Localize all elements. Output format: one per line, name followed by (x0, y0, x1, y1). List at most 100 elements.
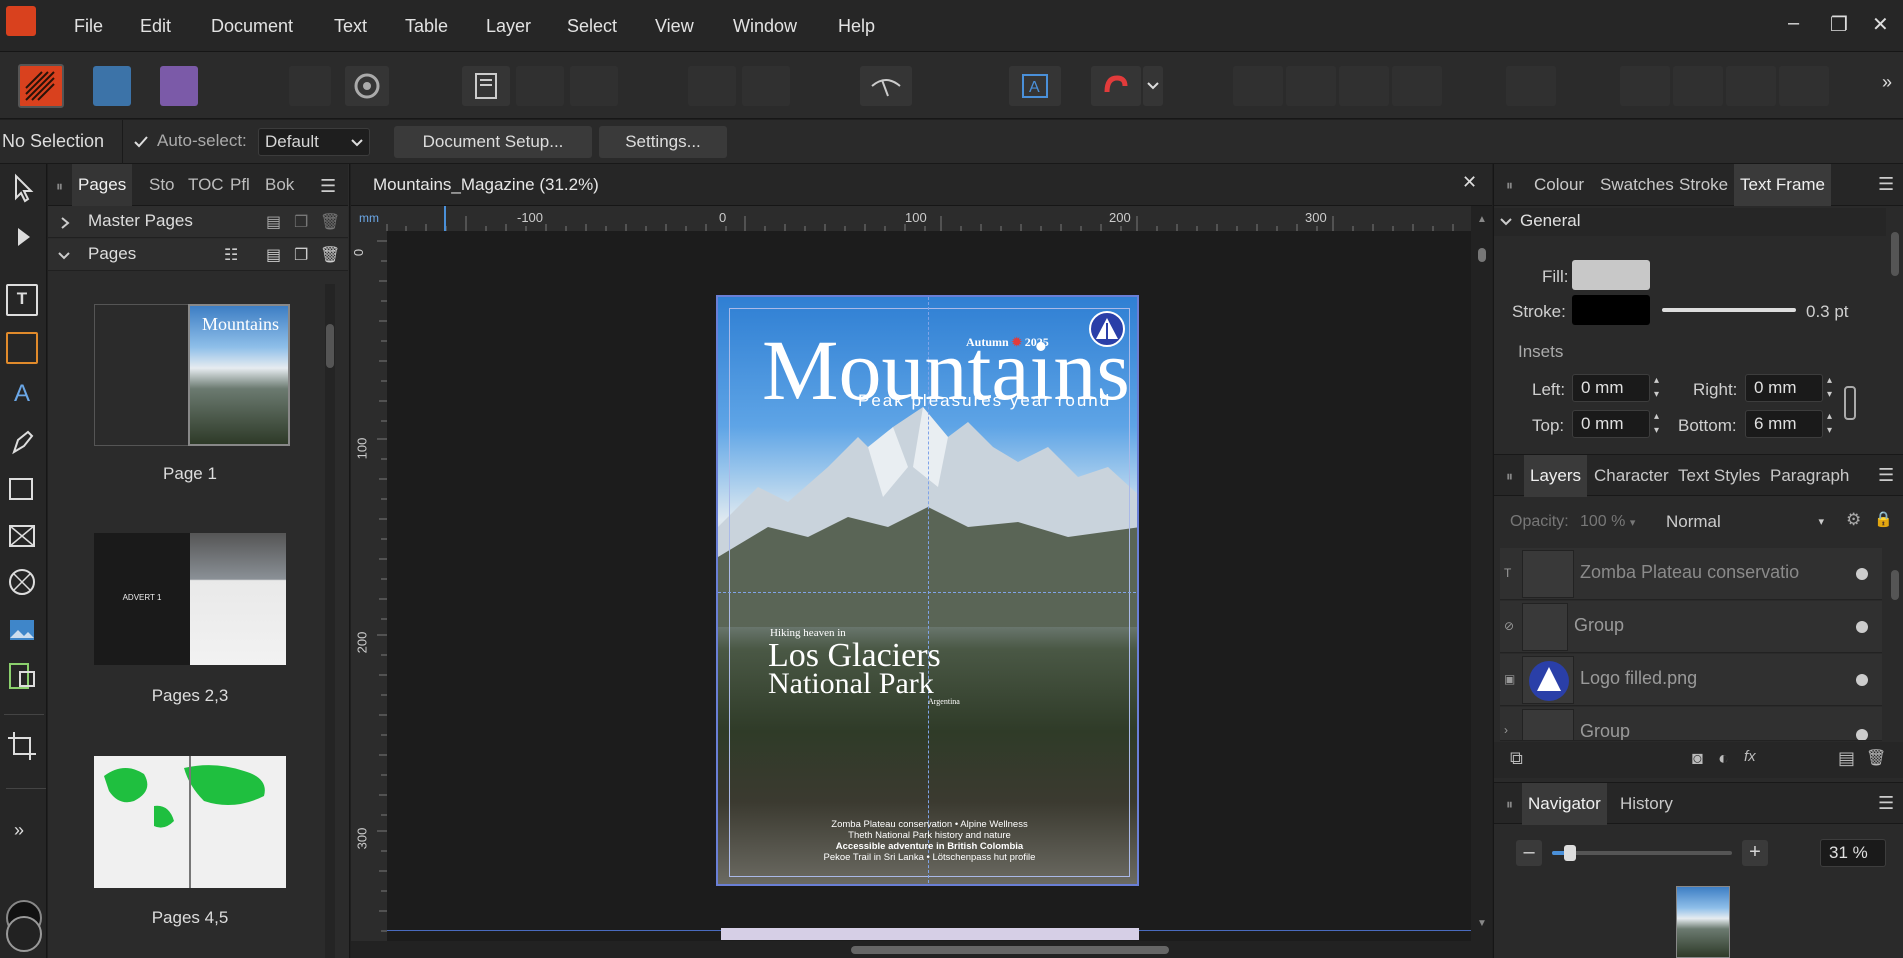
colour-well[interactable] (4, 892, 42, 952)
lock-icon[interactable]: 🔒 (1874, 510, 1893, 528)
panel-menu-icon[interactable]: ☰ (1878, 793, 1894, 814)
chevron-right-icon[interactable]: › (1504, 723, 1508, 737)
fx-icon[interactable]: fx (1744, 748, 1756, 765)
minimize-button[interactable]: – (1788, 12, 1799, 35)
panel-menu-icon[interactable]: ☰ (1878, 465, 1894, 486)
general-section-header[interactable]: General (1494, 208, 1886, 236)
settings-gear-icon[interactable] (345, 66, 389, 106)
visibility-dot-icon[interactable] (1856, 568, 1868, 580)
left-inset-field[interactable]: 0 mm (1572, 374, 1650, 402)
menu-text[interactable]: Text (334, 0, 367, 52)
place-image-tool-icon[interactable] (6, 614, 38, 646)
photo-persona-icon[interactable] (160, 66, 198, 106)
tab-toc[interactable]: TOC (188, 164, 224, 206)
rotate-left-icon[interactable] (1726, 66, 1776, 106)
layer-row[interactable]: ▣ Logo filled.png (1500, 654, 1882, 706)
menu-help[interactable]: Help (838, 0, 875, 52)
arrange-layers-icon[interactable]: ⧉ (1510, 748, 1523, 769)
left-inset-stepper[interactable]: ▴ ▾ (1654, 374, 1659, 402)
layers-scrollbar[interactable] (1890, 548, 1900, 738)
zoom-out-button[interactable]: – (1516, 840, 1542, 866)
visibility-dot-icon[interactable] (1856, 729, 1868, 740)
snapping-dropdown-chevron-down-icon[interactable] (1143, 66, 1163, 106)
stroke-width-value[interactable]: 0.3 pt (1806, 302, 1849, 322)
horizontal-ruler[interactable]: mm -100 0 100 200 300 (351, 206, 1471, 231)
tab-pages[interactable]: Pages (72, 164, 133, 206)
menu-select[interactable]: Select (567, 0, 617, 52)
tab-text-styles[interactable]: Text Styles (1678, 466, 1760, 486)
delete-layer-icon[interactable]: 🗑 (1866, 748, 1886, 768)
master-pages-row[interactable]: Master Pages ▤ ❐ 🗑 (48, 206, 348, 238)
vertical-scrollbar[interactable]: ▲ ▼ (1471, 206, 1492, 941)
tab-colour[interactable]: Colour (1534, 175, 1584, 195)
pages-row[interactable]: Pages ☷ ▤ ❐ 🗑 (48, 239, 348, 271)
scroll-thumb[interactable] (1891, 570, 1899, 600)
layer-row[interactable]: ⊘ Group (1500, 601, 1882, 653)
text-frame-scrollbar[interactable] (1890, 212, 1900, 446)
duplicate-master-icon[interactable]: ❐ (294, 212, 308, 232)
tab-navigator[interactable]: Navigator (1522, 783, 1607, 825)
document-setup-button[interactable]: Document Setup... (394, 126, 592, 158)
frame-icon[interactable] (570, 66, 618, 106)
tab-stroke[interactable]: Stroke (1679, 175, 1728, 195)
table-tool-icon[interactable] (6, 332, 38, 364)
sections-icon[interactable]: ☷ (224, 245, 238, 265)
rotate-right-icon[interactable] (1779, 66, 1829, 106)
flip-horizontal-icon[interactable] (1620, 66, 1670, 106)
mask-icon[interactable]: ◙ (1692, 748, 1703, 769)
zoom-in-button[interactable]: + (1742, 840, 1768, 866)
flip-vertical-icon[interactable] (1673, 66, 1723, 106)
delete-master-icon[interactable]: 🗑 (320, 212, 340, 232)
toolbar-overflow-icon[interactable]: » (1882, 72, 1892, 93)
pen-tool-icon[interactable] (6, 426, 38, 458)
settings-button[interactable]: Settings... (599, 126, 727, 158)
crop-tool-icon[interactable] (6, 730, 38, 762)
add-page-icon[interactable]: ▤ (266, 245, 281, 265)
pin-icon[interactable] (688, 66, 736, 106)
cover-page[interactable]: Autumn ✹ 2025 Mountains Peak pleasures y… (716, 295, 1139, 886)
menu-file[interactable]: File (74, 0, 103, 52)
preflight-icon[interactable] (289, 66, 331, 106)
menu-document[interactable]: Document (211, 0, 293, 52)
layer-row[interactable]: T Zomba Plateau conservatio (1500, 548, 1882, 600)
zoom-field[interactable]: 31 % (1820, 839, 1886, 867)
node-tool-icon[interactable] (6, 220, 38, 252)
menu-layer[interactable]: Layer (486, 0, 531, 52)
menu-window[interactable]: Window (733, 0, 797, 52)
autoselect-dropdown[interactable]: Default (258, 128, 370, 156)
expand-tools-icon[interactable]: » (14, 820, 24, 841)
autoselect-checkbox[interactable] (132, 133, 150, 151)
panel-menu-icon[interactable]: ☰ (320, 176, 336, 197)
square-icon[interactable] (742, 66, 790, 106)
publisher-persona-icon[interactable] (18, 64, 64, 108)
right-inset-stepper[interactable]: ▴ ▾ (1827, 374, 1832, 402)
horizontal-scrollbar[interactable] (351, 941, 1492, 958)
pages-2-3-thumb-right[interactable] (190, 533, 286, 665)
move-tool-icon[interactable] (6, 172, 38, 204)
layer-settings-gear-icon[interactable]: ⚙ (1846, 510, 1861, 530)
duplicate-page-icon[interactable]: ❐ (294, 245, 308, 265)
stroke-width-slider[interactable] (1662, 308, 1796, 312)
spread-view-icon[interactable] (462, 66, 510, 106)
top-inset-stepper[interactable]: ▴ ▾ (1654, 410, 1659, 438)
layer-row[interactable]: › Group (1500, 707, 1882, 741)
pages-2-3-thumb-left[interactable]: ADVERT 1 (94, 533, 190, 665)
right-inset-field[interactable]: 0 mm (1745, 374, 1823, 402)
stroke-swatch[interactable] (1572, 295, 1650, 325)
ellipse-frame-tool-icon[interactable] (6, 566, 38, 598)
bottom-inset-field[interactable]: 6 mm (1745, 410, 1823, 438)
tab-bookmarks[interactable]: Bok (265, 164, 294, 206)
zoom-slider[interactable] (1552, 845, 1732, 861)
navigator-preview[interactable] (1676, 886, 1730, 958)
tab-paragraph[interactable]: Paragraph (1770, 466, 1849, 486)
vertical-ruler[interactable]: 0 100 200 300 (351, 231, 387, 958)
blend-mode-dropdown[interactable]: Normal ▾ (1660, 508, 1832, 536)
scroll-up-icon[interactable]: ▲ (1477, 214, 1487, 225)
visibility-dot-icon[interactable] (1856, 674, 1868, 686)
menu-view[interactable]: View (655, 0, 694, 52)
add-layer-icon[interactable]: ▤ (1838, 748, 1855, 769)
tab-history[interactable]: History (1620, 794, 1673, 814)
rectangle-tool-icon[interactable] (6, 474, 38, 506)
snapping-magnet-icon[interactable] (1091, 66, 1141, 106)
tab-preflight[interactable]: Pfl (230, 164, 250, 206)
